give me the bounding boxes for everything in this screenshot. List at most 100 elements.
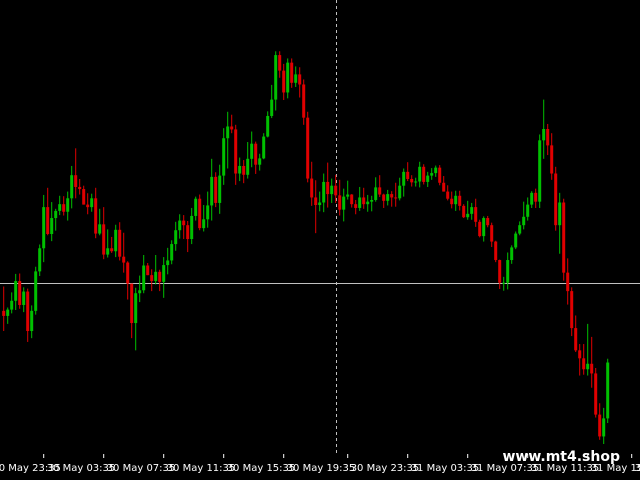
watermark-text: www.mt4.shop: [502, 449, 620, 465]
candle-body: [50, 218, 54, 234]
candle: [554, 166, 558, 231]
candle-body: [210, 176, 214, 206]
candle-body: [258, 158, 262, 165]
candle: [306, 111, 310, 183]
candle-body: [510, 247, 514, 261]
candle-body: [122, 256, 126, 263]
candle-body: [558, 202, 562, 226]
candle-body: [602, 418, 606, 437]
candle: [214, 172, 218, 208]
candle-body: [54, 210, 58, 219]
candle-body: [414, 181, 418, 183]
candle-body: [502, 282, 506, 284]
x-tick-label: 30 May 11:35: [167, 463, 236, 474]
candle-body: [462, 205, 466, 218]
candle-body: [102, 224, 106, 255]
candle-body: [446, 191, 450, 199]
candle-body: [42, 207, 46, 249]
candle: [606, 358, 610, 423]
candle: [594, 367, 598, 418]
candle-body: [126, 262, 130, 284]
x-tick-label: 30 May 23:35: [351, 463, 420, 474]
candle-body: [522, 216, 526, 226]
candle-body: [530, 192, 534, 205]
candle-body: [30, 310, 34, 332]
x-tick-label: 3: [635, 463, 640, 474]
candle-body: [262, 136, 266, 159]
candle-body: [586, 363, 590, 370]
candlestick-chart[interactable]: 0 May 23:35 30 May 03:35 30 May 07:35 30 Ma…: [0, 0, 640, 480]
candle-body: [358, 197, 362, 208]
candle-body: [386, 194, 390, 201]
candle-body: [378, 187, 382, 195]
candle-body: [478, 221, 482, 237]
candle-body: [590, 363, 594, 374]
candle-body: [78, 186, 82, 190]
candle-body: [566, 272, 570, 292]
candle-body: [310, 178, 314, 198]
candle-body: [254, 143, 258, 165]
candle-body: [14, 281, 18, 301]
candle-body: [498, 260, 502, 283]
candle-body: [2, 310, 6, 316]
candle-body: [434, 167, 438, 174]
candle-body: [26, 291, 30, 332]
candle-body: [190, 215, 194, 240]
candle: [34, 266, 38, 315]
candle: [198, 194, 202, 231]
candle: [478, 219, 482, 238]
candle-body: [554, 173, 558, 226]
candle-body: [438, 167, 442, 183]
candle-body: [250, 143, 254, 159]
candle-body: [526, 204, 530, 217]
candle-body: [146, 265, 150, 276]
candle-body: [178, 220, 182, 231]
candle-body: [18, 281, 22, 305]
candle-body: [350, 194, 354, 205]
candle-body: [454, 195, 458, 205]
candle-body: [594, 373, 598, 415]
candle-body: [74, 175, 78, 187]
candle-body: [534, 192, 538, 202]
x-tick-label: 30 May 03:35: [47, 463, 116, 474]
candle-body: [278, 55, 282, 71]
price-chart-svg[interactable]: 0 May 23:3530 May 03:3530 May 07:3530 Ma…: [0, 0, 640, 480]
candle-body: [222, 138, 226, 176]
candle: [514, 231, 518, 250]
candle-body: [166, 260, 170, 266]
candle-body: [202, 219, 206, 229]
candle-body: [418, 166, 422, 182]
candle-body: [354, 204, 358, 208]
candle-body: [218, 175, 222, 203]
candle-body: [174, 230, 178, 245]
candle-body: [182, 220, 186, 226]
candle-body: [318, 202, 322, 206]
x-tick-label: 30 May 15:35: [227, 463, 296, 474]
candle: [494, 240, 498, 263]
x-tick-label: 30 May 19:35: [287, 463, 356, 474]
candle-body: [246, 158, 250, 175]
candle-body: [154, 271, 158, 282]
candle: [438, 165, 442, 186]
candle-body: [514, 233, 518, 248]
candle-body: [162, 265, 166, 282]
candle-body: [58, 204, 62, 211]
candle-body: [98, 224, 102, 234]
candle-body: [266, 115, 270, 137]
candle-body: [282, 70, 286, 93]
candle-body: [562, 202, 566, 273]
candle-body: [598, 414, 602, 437]
candle-body: [330, 185, 334, 195]
chart-background: [0, 0, 640, 480]
candle-body: [230, 126, 234, 130]
candle-body: [46, 207, 50, 234]
candle-body: [298, 74, 302, 85]
candle: [422, 164, 426, 185]
candle-body: [94, 198, 98, 234]
candle-body: [578, 350, 582, 359]
candle: [462, 204, 466, 219]
candle-body: [110, 248, 114, 252]
candle-body: [490, 225, 494, 242]
candle-body: [582, 358, 586, 370]
candle-body: [342, 196, 346, 210]
